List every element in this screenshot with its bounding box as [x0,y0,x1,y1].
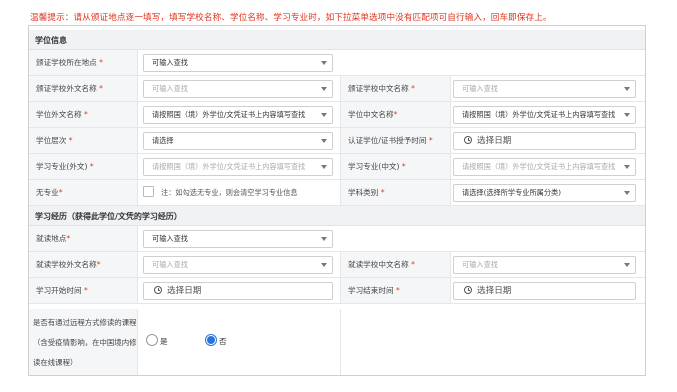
chevron-down-icon [624,113,630,117]
radio-no[interactable] [205,334,217,346]
row-issuing-location: 颁证学校所在地点 * 可输入查找 [29,50,645,76]
chevron-down-icon [321,61,327,65]
label-degree-chinese-name: 学位中文名称* [340,102,451,127]
chevron-down-icon [321,237,327,241]
label-subject-category: 学科类别 * [340,180,451,205]
label-study-end: 学习结束时间 * [340,278,451,303]
label-school-foreign-name: 颁证学校外文名称 * [29,76,138,101]
row-major: 学习专业(外文) * 请按照国（境）外学位/文凭证书上内容填写查找 学习专业(中… [29,154,645,180]
radio-yes-label: 是 [160,337,168,346]
label-study-location: 就读地点* [29,226,138,251]
chevron-down-icon [321,87,327,91]
label-award-date: 认证学位/证书授予时间 * [340,128,451,153]
label-distance-learning: 是否有通过远程方式修读的课程 （含受疫情影响，在中国境内修 读在线课程） [29,309,138,375]
degree-foreign-name-select[interactable]: 请按照国（境）外学位/文凭证书上内容填写查找 [143,106,333,124]
row-issuing-school-name: 颁证学校外文名称 * 可输入查找 颁证学校中文名称 * 可输入查找 [29,76,645,102]
label-major-foreign: 学习专业(外文) * [29,154,138,179]
section-title: 学习经历（获得此学位/文凭的学习经历） [35,212,182,221]
chevron-down-icon [321,165,327,169]
chevron-down-icon [624,263,630,267]
label-line: （含受疫情影响，在中国境内修 [33,338,137,347]
chevron-down-icon [321,263,327,267]
row-degree-level: 学位层次 * 请选择 认证学位/证书授予时间 * 选择日期 [29,128,645,154]
chevron-down-icon [624,165,630,169]
chevron-down-icon [321,113,327,117]
row-study-dates: 学习开始时间 * 选择日期 学习结束时间 * 选择日期 [29,278,645,304]
subject-category-select[interactable]: 请选择(选择所学专业所属分类) [453,184,636,202]
clock-icon [154,286,162,294]
row-study-school-name: 就读学校外文名称* 可输入查找 就读学校中文名称 * 可输入查找 [29,252,645,278]
study-school-chinese-select[interactable]: 可输入查找 [453,256,636,274]
study-start-date-picker[interactable]: 选择日期 [143,282,333,300]
issuing-location-select[interactable]: 可输入查找 [143,54,333,72]
major-chinese-select[interactable]: 请按照国（境）外学位/文凭证书上内容填写查找 [453,158,636,176]
row-study-location: 就读地点* 可输入查找 [29,226,645,252]
label-major-chinese: 学习专业(中文) * [340,154,451,179]
label-study-start: 学习开始时间 * [29,278,138,303]
label-line: 是否有通过远程方式修读的课程 [33,318,137,327]
chevron-down-icon [321,139,327,143]
chevron-down-icon [624,191,630,195]
study-location-select[interactable]: 可输入查找 [143,230,333,248]
degree-chinese-name-select[interactable]: 请按照国（境）外学位/文凭证书上内容填写查找 [453,106,636,124]
section-study-experience: 学习经历（获得此学位/文凭的学习经历） [29,206,645,226]
degree-level-select[interactable]: 请选择 [143,132,333,150]
study-end-date-picker[interactable]: 选择日期 [453,282,636,300]
tip-notice: 温馨提示：请从颁证地点逐一填写，填写学校名称、学位名称、学习专业时，如下拉菜单选… [30,13,552,23]
clock-icon [464,286,472,294]
study-school-foreign-select[interactable]: 可输入查找 [143,256,333,274]
radio-yes[interactable] [146,334,158,346]
award-date-picker[interactable]: 选择日期 [453,132,636,150]
chevron-down-icon [624,87,630,91]
no-major-note: 注：如勾选无专业，则会清空学习专业信息 [161,188,298,197]
label-school-chinese-name: 颁证学校中文名称 * [340,76,451,101]
no-major-checkbox[interactable] [143,186,154,197]
major-foreign-select[interactable]: 请按照国（境）外学位/文凭证书上内容填写查找 [143,158,333,176]
row-distance-learning: 是否有通过远程方式修读的课程 （含受疫情影响，在中国境内修 读在线课程） 是 否 [29,309,645,375]
label-study-school-chinese: 就读学校中文名称 * [340,252,451,277]
section-degree-info: 学位信息 [29,30,645,50]
section-title: 学位信息 [35,36,67,45]
clock-icon [464,136,472,144]
label-degree-level: 学位层次 * [29,128,138,153]
label-study-school-foreign: 就读学校外文名称* [29,252,138,277]
row-no-major: 无专业* 注：如勾选无专业，则会清空学习专业信息 学科类别 * 请选择(选择所学… [29,180,645,206]
label-line: 读在线课程） [33,358,78,367]
label-degree-foreign-name: 学位外文名称 * [29,102,138,127]
label-no-major: 无专业* [29,180,138,205]
school-foreign-name-select[interactable]: 可输入查找 [143,80,333,98]
radio-no-label: 否 [219,337,227,346]
school-chinese-name-select[interactable]: 可输入查找 [453,80,636,98]
label-issuing-location: 颁证学校所在地点 * [29,50,138,75]
divider [340,309,341,375]
row-degree-name: 学位外文名称 * 请按照国（境）外学位/文凭证书上内容填写查找 学位中文名称* … [29,102,645,128]
